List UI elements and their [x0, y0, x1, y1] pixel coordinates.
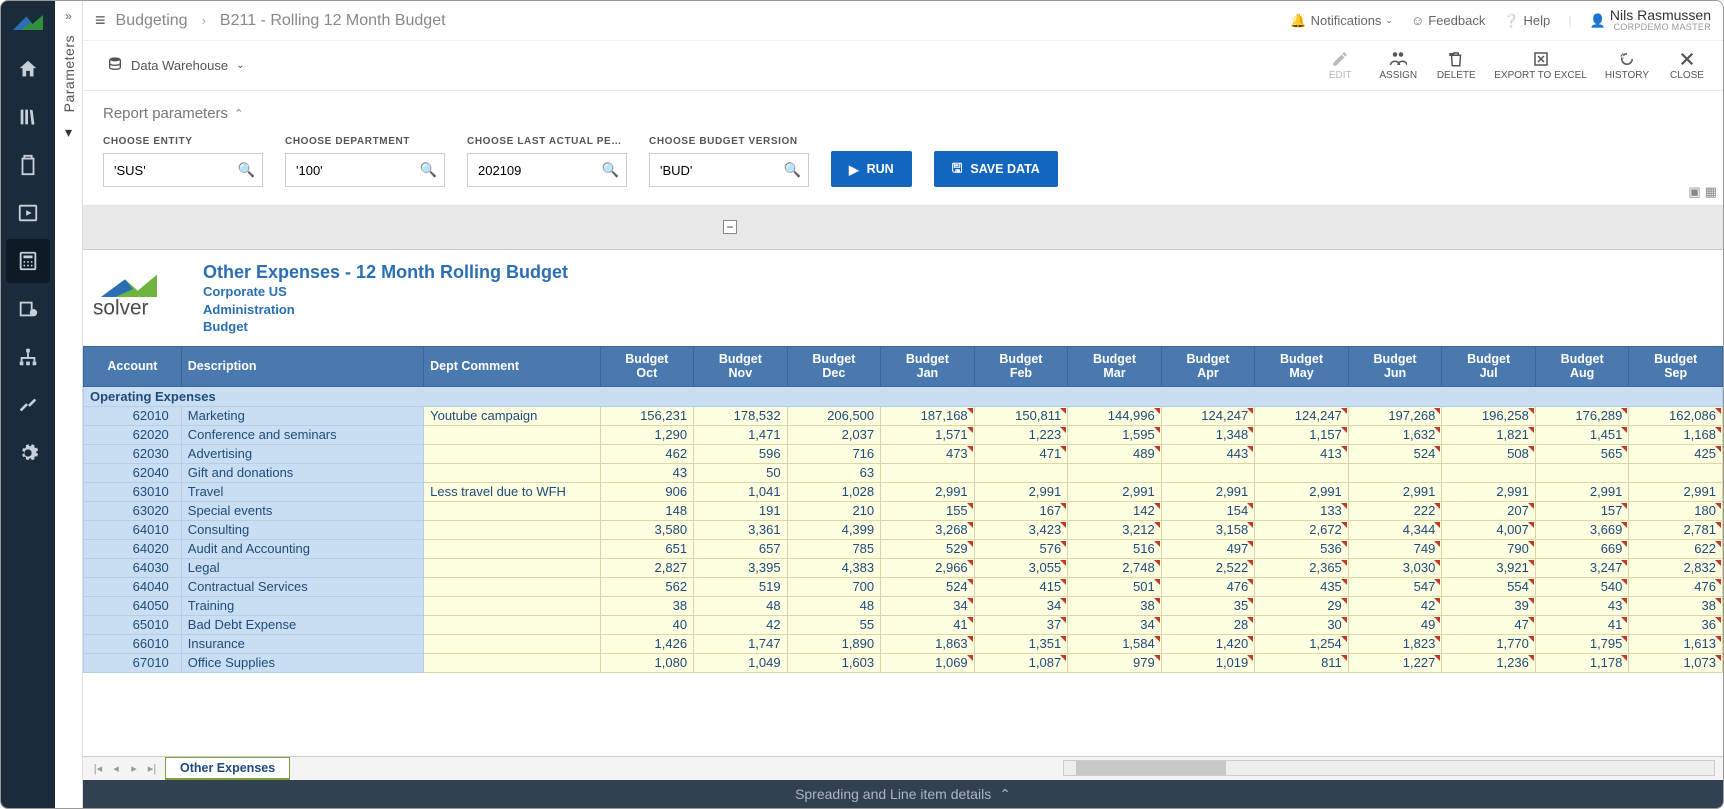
action-toolbar: Data Warehouse ⌄ EDIT ASSIGN DELETE: [83, 41, 1723, 91]
table-row[interactable]: 64020Audit and Accounting651657785529576…: [84, 539, 1723, 558]
nav-home[interactable]: [6, 47, 50, 91]
feedback-link[interactable]: ☺ Feedback: [1411, 13, 1485, 28]
data-warehouse-dropdown[interactable]: Data Warehouse ⌄: [107, 56, 244, 75]
sheet-tab-active[interactable]: Other Expenses: [165, 757, 290, 780]
chevron-up-icon: ⌃: [999, 786, 1011, 803]
table-row[interactable]: 64030Legal2,8273,3954,3832,9663,0552,748…: [84, 558, 1723, 577]
nav-library[interactable]: [6, 95, 50, 139]
nav-tools[interactable]: [6, 383, 50, 427]
user-menu[interactable]: 👤 Nils Rasmussen CorpDemo Master: [1590, 8, 1711, 33]
search-icon[interactable]: 🔍: [784, 162, 801, 179]
chevron-down-icon: ⌄: [236, 60, 244, 71]
horizontal-scrollbar[interactable]: [1063, 760, 1715, 776]
edit-button[interactable]: EDIT: [1320, 50, 1360, 81]
tab-nav-first[interactable]: |◂: [89, 757, 107, 780]
parameters-panel: Report parameters ⌃ CHOOSE ENTITY 🔍 CHOO…: [83, 91, 1723, 206]
search-icon[interactable]: 🔍: [238, 162, 255, 179]
chevron-right-icon: »: [65, 9, 72, 23]
top-bar: ≡ Budgeting › B211 - Rolling 12 Month Bu…: [83, 1, 1723, 41]
history-button[interactable]: HISTORY: [1605, 50, 1649, 81]
nav-settings[interactable]: [6, 431, 50, 475]
parameters-tab-label: Parameters: [61, 35, 77, 112]
nav-support[interactable]: [6, 287, 50, 331]
nav-calculator[interactable]: [6, 239, 50, 283]
outline-strip: − ▣ ▦: [83, 206, 1723, 250]
breadcrumb-leaf: B211 - Rolling 12 Month Budget: [220, 12, 446, 30]
table-row[interactable]: 62010MarketingYoutube campaign156,231178…: [84, 406, 1723, 425]
tab-nav-last[interactable]: ▸|: [143, 757, 161, 780]
nav-hierarchy[interactable]: [6, 335, 50, 379]
run-button[interactable]: ▶ RUN: [831, 151, 912, 187]
table-row[interactable]: 65010Bad Debt Expense4042554137342830494…: [84, 615, 1723, 634]
collapse-group-button[interactable]: −: [723, 220, 737, 234]
close-button[interactable]: CLOSE: [1667, 50, 1707, 81]
bottom-drawer[interactable]: Spreading and Line item details ⌃: [83, 780, 1723, 808]
table-row[interactable]: 62020Conference and seminars1,2901,4712,…: [84, 425, 1723, 444]
help-icon: ❔: [1503, 13, 1519, 29]
table-row[interactable]: 62030Advertising462596716473471489443413…: [84, 444, 1723, 463]
period-label: CHOOSE LAST ACTUAL PE…: [467, 136, 627, 147]
table-row[interactable]: 64010Consulting3,5803,3614,3993,2683,423…: [84, 520, 1723, 539]
chevron-up-icon: ⌃: [234, 107, 243, 120]
entity-label: CHOOSE ENTITY: [103, 136, 263, 147]
svg-text:solver: solver: [93, 297, 149, 320]
budget-grid[interactable]: AccountDescriptionDept CommentBudgetOctB…: [83, 346, 1723, 673]
assign-button[interactable]: ASSIGN: [1378, 50, 1418, 81]
smile-icon: ☺: [1411, 13, 1424, 28]
breadcrumb-root[interactable]: Budgeting: [116, 12, 188, 30]
user-icon: 👤: [1590, 13, 1606, 29]
version-label: CHOOSE BUDGET VERSION: [649, 136, 809, 147]
department-label: CHOOSE DEPARTMENT: [285, 136, 445, 147]
search-icon[interactable]: 🔍: [420, 162, 437, 179]
report-entity: Corporate US: [203, 283, 568, 301]
parameters-title[interactable]: Report parameters ⌃: [103, 105, 1703, 122]
report-sheet[interactable]: solver Other Expenses - 12 Month Rolling…: [83, 250, 1723, 756]
report-dept: Administration: [203, 301, 568, 319]
export-excel-button[interactable]: EXPORT TO EXCEL: [1494, 50, 1587, 81]
database-icon: [107, 56, 123, 75]
parameters-side-tab[interactable]: » Parameters ▾: [55, 1, 83, 808]
breadcrumb-separator: ›: [202, 13, 206, 28]
user-role: CorpDemo Master: [1610, 23, 1711, 33]
tab-nav-prev[interactable]: ◂: [107, 757, 125, 780]
table-row[interactable]: 66010Insurance1,4261,7471,8901,8631,3511…: [84, 634, 1723, 653]
sheet-tab-strip: |◂ ◂ ▸ ▸| Other Expenses: [83, 756, 1723, 780]
grid-icon[interactable]: ▦: [1705, 184, 1717, 200]
app-logo-icon: [13, 9, 43, 35]
table-row[interactable]: 64040Contractual Services562519700524415…: [84, 577, 1723, 596]
solver-logo: solver: [93, 273, 189, 324]
table-row[interactable]: 64050Training384848343438352942394338: [84, 596, 1723, 615]
left-nav-rail: [1, 1, 55, 808]
save-icon: 🖫: [952, 159, 963, 180]
table-row[interactable]: 63020Special events148191210155167142154…: [84, 501, 1723, 520]
table-row[interactable]: 63010TravelLess travel due to WFH9061,04…: [84, 482, 1723, 501]
section-header: Operating Expenses: [84, 386, 1723, 406]
tab-nav-next[interactable]: ▸: [125, 757, 143, 780]
hamburger-icon[interactable]: ≡: [95, 10, 106, 31]
nav-play[interactable]: [6, 191, 50, 235]
delete-button[interactable]: DELETE: [1436, 50, 1476, 81]
maximize-icon[interactable]: ▣: [1688, 184, 1700, 200]
search-icon[interactable]: 🔍: [602, 162, 619, 179]
bell-icon: 🔔: [1290, 13, 1306, 29]
filter-icon[interactable]: ▾: [65, 124, 72, 141]
save-data-button[interactable]: 🖫 SAVE DATA: [934, 151, 1058, 187]
table-row[interactable]: 62040Gift and donations435063: [84, 463, 1723, 482]
notifications-menu[interactable]: 🔔 Notifications ⌄: [1290, 13, 1393, 29]
play-icon: ▶: [849, 162, 859, 177]
nav-clipboard[interactable]: [6, 143, 50, 187]
data-warehouse-label: Data Warehouse: [131, 58, 228, 73]
report-title: Other Expenses - 12 Month Rolling Budget: [203, 262, 568, 283]
help-link[interactable]: ❔ Help: [1503, 13, 1550, 29]
user-name: Nils Rasmussen: [1610, 8, 1711, 23]
report-version: Budget: [203, 318, 568, 336]
chevron-down-icon: ⌄: [1385, 15, 1393, 26]
table-row[interactable]: 67010Office Supplies1,0801,0491,6031,069…: [84, 653, 1723, 672]
